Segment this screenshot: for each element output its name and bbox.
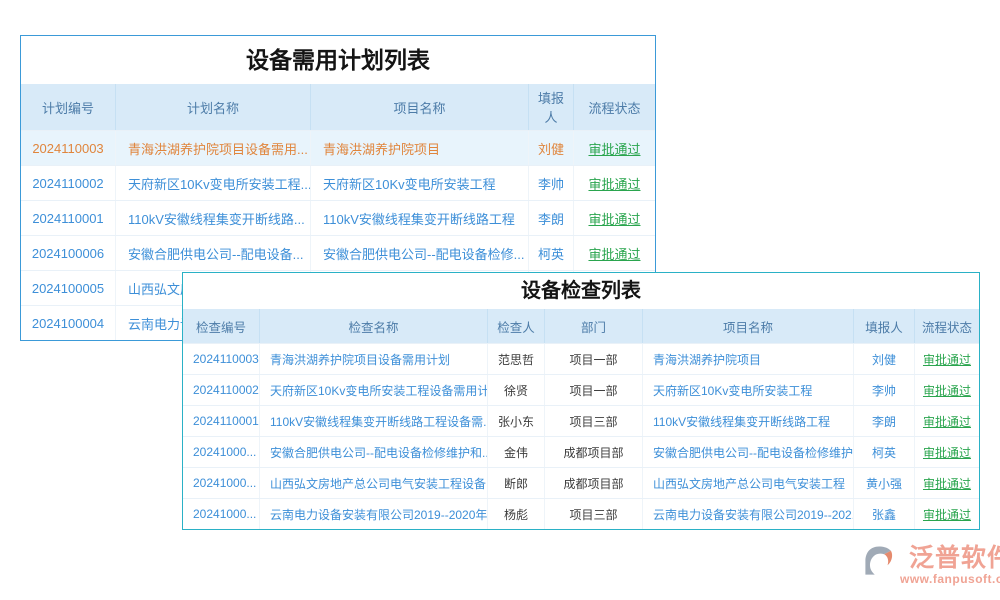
check-status-link[interactable]: 审批通过 bbox=[915, 375, 979, 405]
check-project-link[interactable]: 安徽合肥供电公司--配电设备检修维护... bbox=[643, 437, 854, 467]
plan-reporter-link[interactable]: 刘健 bbox=[529, 131, 574, 165]
fanpu-logo: 泛普软件 www.fanpusoft.com bbox=[862, 544, 1000, 586]
check-dept-text: 项目三部 bbox=[545, 406, 643, 436]
check-inspector-text: 张小东 bbox=[488, 406, 545, 436]
fanpu-logo-url: www.fanpusoft.com bbox=[900, 572, 1000, 586]
check-project-link[interactable]: 110kV安徽线程集变开断线路工程 bbox=[643, 406, 854, 436]
check-table-body: 2024110003 青海洪湖养护院项目设备需用计划 范思哲 项目一部 青海洪湖… bbox=[183, 343, 979, 529]
plan-reporter-link[interactable]: 李朗 bbox=[529, 201, 574, 235]
check-status-link[interactable]: 审批通过 bbox=[915, 499, 979, 529]
plan-table-title: 设备需用计划列表 bbox=[21, 36, 655, 84]
plan-project-link[interactable]: 青海洪湖养护院项目 bbox=[311, 131, 529, 165]
check-name-link[interactable]: 110kV安徽线程集变开断线路工程设备需... bbox=[260, 406, 488, 436]
plan-id-link[interactable]: 2024110003 bbox=[21, 131, 116, 165]
check-table-card: 设备检查列表 检查编号 检查名称 检查人 部门 项目名称 填报人 流程状态 20… bbox=[182, 272, 980, 530]
check-project-link[interactable]: 青海洪湖养护院项目 bbox=[643, 344, 854, 374]
check-name-link[interactable]: 青海洪湖养护院项目设备需用计划 bbox=[260, 344, 488, 374]
plan-table-row: 2024110003 青海洪湖养护院项目设备需用... 青海洪湖养护院项目 刘健… bbox=[21, 130, 655, 165]
check-col-status: 流程状态 bbox=[915, 309, 979, 343]
plan-col-reporter: 填报人 bbox=[529, 84, 574, 130]
check-reporter-link[interactable]: 柯英 bbox=[854, 437, 915, 467]
plan-reporter-link[interactable]: 柯英 bbox=[529, 236, 574, 270]
plan-id-link[interactable]: 2024100005 bbox=[21, 271, 116, 305]
check-dept-text: 项目一部 bbox=[545, 375, 643, 405]
check-name-link[interactable]: 云南电力设备安装有限公司2019--2020年... bbox=[260, 499, 488, 529]
plan-table-header-row: 计划编号 计划名称 项目名称 填报人 流程状态 bbox=[21, 84, 655, 130]
check-inspector-text: 金伟 bbox=[488, 437, 545, 467]
check-reporter-link[interactable]: 刘健 bbox=[854, 344, 915, 374]
check-name-link[interactable]: 山西弘文房地产总公司电气安装工程设备... bbox=[260, 468, 488, 498]
check-status-link[interactable]: 审批通过 bbox=[915, 344, 979, 374]
plan-status-link[interactable]: 审批通过 bbox=[574, 166, 655, 200]
check-name-link[interactable]: 天府新区10Kv变电所安装工程设备需用计划 bbox=[260, 375, 488, 405]
check-reporter-link[interactable]: 黄小强 bbox=[854, 468, 915, 498]
check-dept-text: 成都项目部 bbox=[545, 437, 643, 467]
check-name-link[interactable]: 安徽合肥供电公司--配电设备检修维护和... bbox=[260, 437, 488, 467]
plan-project-link[interactable]: 110kV安徽线程集变开断线路工程 bbox=[311, 201, 529, 235]
check-col-dept: 部门 bbox=[545, 309, 643, 343]
check-table-header-row: 检查编号 检查名称 检查人 部门 项目名称 填报人 流程状态 bbox=[183, 309, 979, 343]
check-inspector-text: 范思哲 bbox=[488, 344, 545, 374]
check-table-row: 20241000... 安徽合肥供电公司--配电设备检修维护和... 金伟 成都… bbox=[183, 436, 979, 467]
check-col-inspector: 检查人 bbox=[488, 309, 545, 343]
plan-col-name: 计划名称 bbox=[116, 84, 311, 130]
check-id-link[interactable]: 2024110001 bbox=[183, 406, 260, 436]
check-table-row: 20241000... 云南电力设备安装有限公司2019--2020年... 杨… bbox=[183, 498, 979, 529]
check-dept-text: 成都项目部 bbox=[545, 468, 643, 498]
check-id-link[interactable]: 20241000... bbox=[183, 437, 260, 467]
check-table-row: 2024110003 青海洪湖养护院项目设备需用计划 范思哲 项目一部 青海洪湖… bbox=[183, 343, 979, 374]
check-status-link[interactable]: 审批通过 bbox=[915, 437, 979, 467]
check-reporter-link[interactable]: 李朗 bbox=[854, 406, 915, 436]
check-status-link[interactable]: 审批通过 bbox=[915, 468, 979, 498]
check-col-name: 检查名称 bbox=[260, 309, 488, 343]
plan-status-link[interactable]: 审批通过 bbox=[574, 131, 655, 165]
check-status-link[interactable]: 审批通过 bbox=[915, 406, 979, 436]
check-id-link[interactable]: 2024110002 bbox=[183, 375, 260, 405]
check-id-link[interactable]: 2024110003 bbox=[183, 344, 260, 374]
check-id-link[interactable]: 20241000... bbox=[183, 468, 260, 498]
plan-status-link[interactable]: 审批通过 bbox=[574, 236, 655, 270]
plan-col-status: 流程状态 bbox=[574, 84, 655, 130]
plan-col-id: 计划编号 bbox=[21, 84, 116, 130]
check-table-title: 设备检查列表 bbox=[183, 273, 979, 309]
plan-table-row: 2024110001 110kV安徽线程集变开断线路... 110kV安徽线程集… bbox=[21, 200, 655, 235]
check-table-row: 2024110002 天府新区10Kv变电所安装工程设备需用计划 徐贤 项目一部… bbox=[183, 374, 979, 405]
check-inspector-text: 徐贤 bbox=[488, 375, 545, 405]
check-col-reporter: 填报人 bbox=[854, 309, 915, 343]
check-dept-text: 项目一部 bbox=[545, 344, 643, 374]
check-inspector-text: 杨彪 bbox=[488, 499, 545, 529]
check-table-row: 2024110001 110kV安徽线程集变开断线路工程设备需... 张小东 项… bbox=[183, 405, 979, 436]
plan-id-link[interactable]: 2024100004 bbox=[21, 306, 116, 340]
plan-reporter-link[interactable]: 李帅 bbox=[529, 166, 574, 200]
plan-name-link[interactable]: 安徽合肥供电公司--配电设备... bbox=[116, 236, 311, 270]
plan-project-link[interactable]: 天府新区10Kv变电所安装工程 bbox=[311, 166, 529, 200]
check-reporter-link[interactable]: 张鑫 bbox=[854, 499, 915, 529]
check-inspector-text: 断郎 bbox=[488, 468, 545, 498]
check-reporter-link[interactable]: 李帅 bbox=[854, 375, 915, 405]
check-project-link[interactable]: 山西弘文房地产总公司电气安装工程 bbox=[643, 468, 854, 498]
plan-id-link[interactable]: 2024110002 bbox=[21, 166, 116, 200]
check-col-project: 项目名称 bbox=[643, 309, 854, 343]
plan-name-link[interactable]: 110kV安徽线程集变开断线路... bbox=[116, 201, 311, 235]
check-project-link[interactable]: 云南电力设备安装有限公司2019--202... bbox=[643, 499, 854, 529]
plan-col-project: 项目名称 bbox=[311, 84, 529, 130]
fanpu-logo-name: 泛普软件 bbox=[909, 544, 1000, 572]
plan-id-link[interactable]: 2024110001 bbox=[21, 201, 116, 235]
check-table-row: 20241000... 山西弘文房地产总公司电气安装工程设备... 断郎 成都项… bbox=[183, 467, 979, 498]
check-project-link[interactable]: 天府新区10Kv变电所安装工程 bbox=[643, 375, 854, 405]
plan-name-link[interactable]: 青海洪湖养护院项目设备需用... bbox=[116, 131, 311, 165]
check-col-id: 检查编号 bbox=[183, 309, 260, 343]
check-id-link[interactable]: 20241000... bbox=[183, 499, 260, 529]
check-dept-text: 项目三部 bbox=[545, 499, 643, 529]
plan-table-row: 2024110002 天府新区10Kv变电所安装工程... 天府新区10Kv变电… bbox=[21, 165, 655, 200]
fanpu-logo-icon bbox=[862, 544, 896, 583]
plan-status-link[interactable]: 审批通过 bbox=[574, 201, 655, 235]
plan-id-link[interactable]: 2024100006 bbox=[21, 236, 116, 270]
plan-name-link[interactable]: 天府新区10Kv变电所安装工程... bbox=[116, 166, 311, 200]
plan-project-link[interactable]: 安徽合肥供电公司--配电设备检修... bbox=[311, 236, 529, 270]
plan-table-row: 2024100006 安徽合肥供电公司--配电设备... 安徽合肥供电公司--配… bbox=[21, 235, 655, 270]
